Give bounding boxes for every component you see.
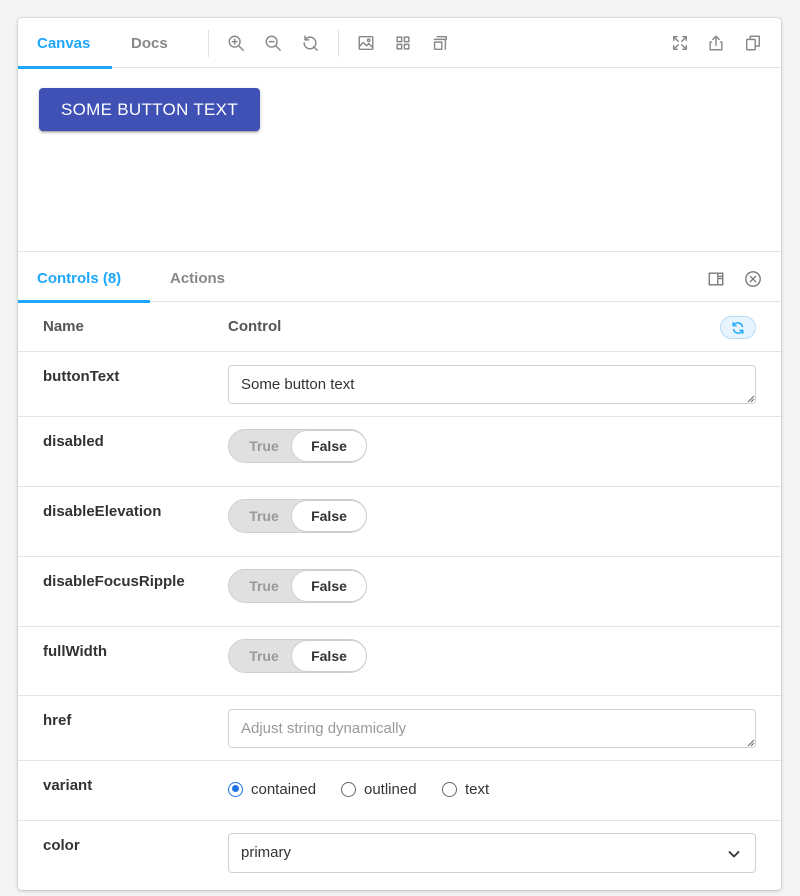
top-toolbar: Canvas Docs xyxy=(18,18,781,69)
disableelevation-toggle[interactable]: True False xyxy=(228,499,367,533)
toggle-true-option[interactable]: True xyxy=(229,500,299,532)
zoom-out-icon[interactable] xyxy=(263,33,283,53)
tab-canvas-label: Canvas xyxy=(37,35,91,52)
tab-docs[interactable]: Docs xyxy=(131,18,168,68)
zoom-in-icon[interactable] xyxy=(226,33,246,53)
control-row-disablefocusripple: disableFocusRipple True False xyxy=(18,557,781,627)
panel-orientation-icon[interactable] xyxy=(706,269,726,289)
control-name: disableFocusRipple xyxy=(43,573,185,590)
chevron-down-icon xyxy=(728,851,740,858)
toggle-true-option[interactable]: True xyxy=(229,640,299,672)
radio-text[interactable]: text xyxy=(442,779,489,799)
outline-icon[interactable] xyxy=(430,33,450,53)
control-row-fullwidth: fullWidth True False xyxy=(18,627,781,696)
disabled-toggle[interactable]: True False xyxy=(228,429,367,463)
select-value: primary xyxy=(241,844,292,861)
toggle-true-option[interactable]: True xyxy=(229,430,299,462)
toolbar-divider xyxy=(338,30,339,57)
radio-label: outlined xyxy=(364,780,417,798)
color-select[interactable]: primary xyxy=(228,833,756,873)
fullwidth-toggle[interactable]: True False xyxy=(228,639,367,673)
control-name: href xyxy=(43,712,72,729)
tab-controls-label: Controls (8) xyxy=(37,270,122,287)
buttontext-input[interactable]: Some button text xyxy=(228,365,756,404)
radio-outlined[interactable]: outlined xyxy=(341,779,417,799)
control-name: color xyxy=(43,837,80,854)
sync-icon xyxy=(732,321,744,334)
radio-label: text xyxy=(465,780,490,798)
toggle-false-option[interactable]: False xyxy=(291,430,367,462)
copy-icon[interactable] xyxy=(743,33,763,53)
preview-button[interactable]: SOME BUTTON TEXT xyxy=(39,88,260,131)
control-name: buttonText xyxy=(43,368,120,385)
control-column-header: Control xyxy=(228,318,282,335)
name-column-header: Name xyxy=(43,318,84,335)
tab-controls[interactable]: Controls (8) xyxy=(18,253,150,303)
radio-unchecked-icon[interactable] xyxy=(341,781,356,797)
control-row-color: color primary xyxy=(18,821,781,890)
toggle-true-option[interactable]: True xyxy=(229,570,299,602)
tab-canvas[interactable]: Canvas xyxy=(18,18,112,69)
canvas-preview: SOME BUTTON TEXT xyxy=(18,68,781,252)
tab-actions[interactable]: Actions xyxy=(170,253,225,302)
href-input[interactable]: Adjust string dynamically xyxy=(228,709,756,748)
resize-grip-icon[interactable] xyxy=(747,739,755,747)
background-icon[interactable] xyxy=(356,33,376,53)
disablefocusripple-toggle[interactable]: True False xyxy=(228,569,367,603)
addons-panel-tabs: Controls (8) Actions xyxy=(18,253,781,303)
grid-icon[interactable] xyxy=(393,33,413,53)
radio-label: contained xyxy=(251,780,317,798)
control-row-buttontext: buttonText Some button text xyxy=(18,352,781,417)
control-name: variant xyxy=(43,777,93,794)
control-name: disableElevation xyxy=(43,503,162,520)
control-row-href: href Adjust string dynamically xyxy=(18,696,781,761)
radio-unchecked-icon[interactable] xyxy=(442,781,457,797)
reset-zoom-icon[interactable] xyxy=(300,33,320,53)
toolbar-divider xyxy=(208,30,209,57)
controls-table-header: Name Control xyxy=(18,302,781,352)
control-row-disabled: disabled True False xyxy=(18,417,781,487)
resize-grip-icon[interactable] xyxy=(747,395,755,403)
toggle-false-option[interactable]: False xyxy=(291,640,367,672)
control-row-variant: variant contained outlined text xyxy=(18,761,781,821)
reset-controls-button[interactable] xyxy=(720,316,756,339)
control-name: fullWidth xyxy=(43,643,108,660)
fullscreen-icon[interactable] xyxy=(670,33,690,53)
control-name: disabled xyxy=(43,433,104,450)
radio-contained[interactable]: contained xyxy=(228,779,316,799)
tab-docs-label: Docs xyxy=(131,35,168,52)
toggle-false-option[interactable]: False xyxy=(291,500,367,532)
control-row-disableelevation: disableElevation True False xyxy=(18,487,781,557)
close-panel-icon[interactable] xyxy=(743,269,763,289)
share-icon[interactable] xyxy=(706,33,726,53)
radio-checked-icon[interactable] xyxy=(228,781,243,797)
toggle-false-option[interactable]: False xyxy=(291,570,367,602)
tab-actions-label: Actions xyxy=(170,270,226,287)
storybook-frame: Canvas Docs SOME BUTTON TEXT Controls (8… xyxy=(18,18,781,890)
